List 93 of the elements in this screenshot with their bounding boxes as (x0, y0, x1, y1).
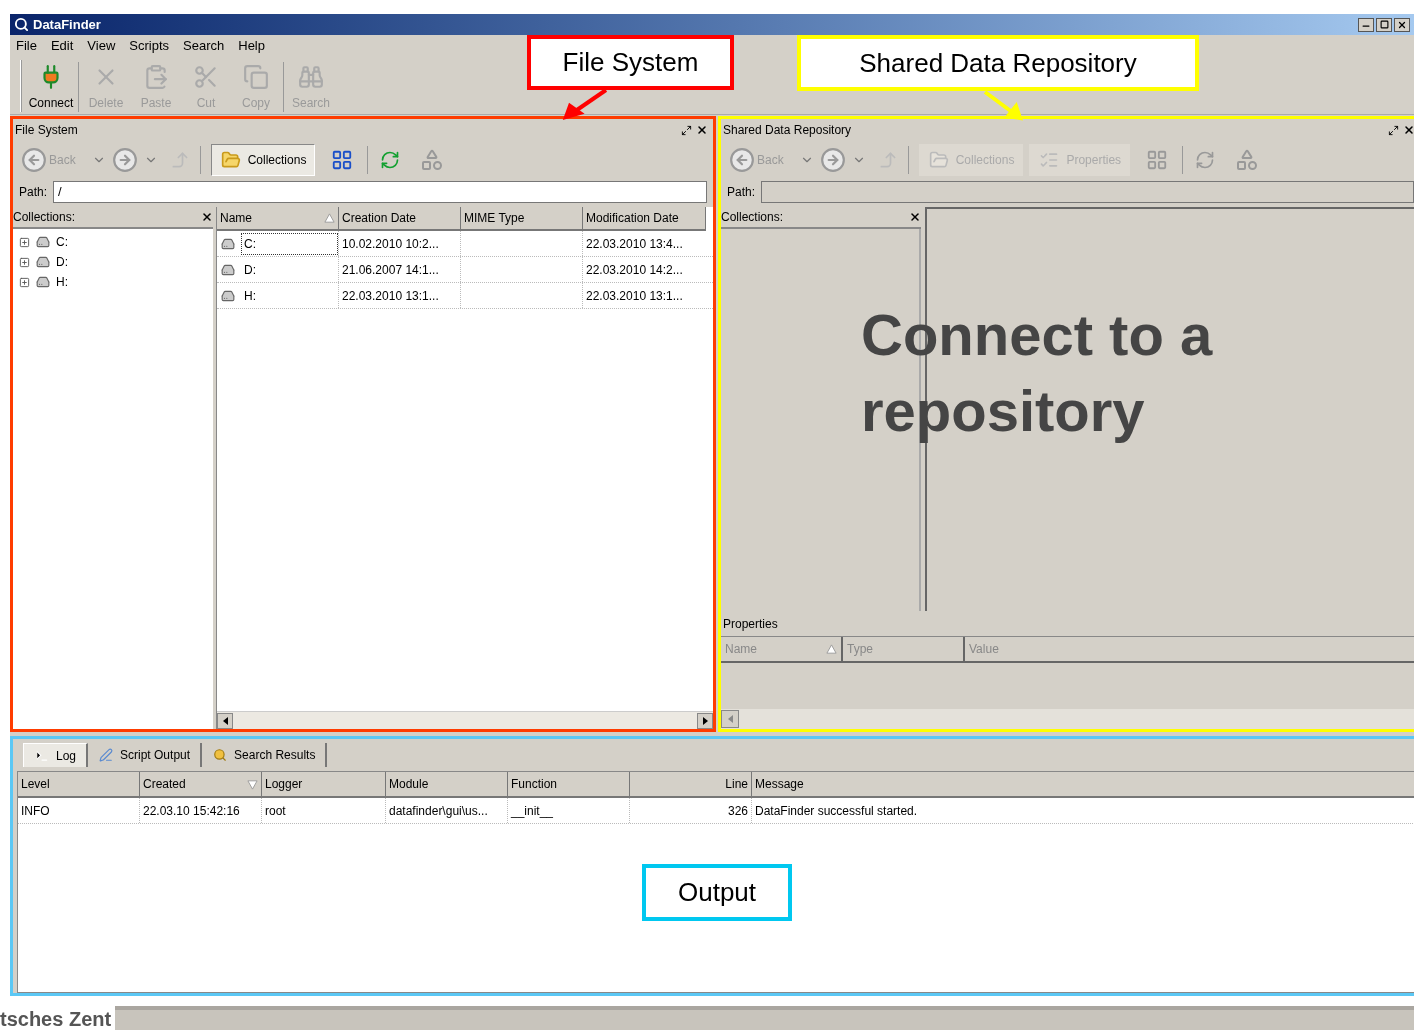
annotation-label: File System (527, 35, 734, 90)
table-cell: 10.02.2010 10:2... (339, 231, 461, 256)
table-row[interactable]: C: 10.02.2010 10:2... 22.03.2010 13:4... (217, 231, 713, 257)
column-header[interactable]: Line (630, 772, 752, 798)
window-title: DataFinder (33, 15, 101, 34)
menu-item[interactable]: Help (238, 36, 265, 56)
sort-arrow-icon (826, 643, 837, 655)
column-header[interactable]: Name (217, 207, 339, 231)
path-field[interactable] (761, 181, 1414, 203)
scissors-icon (193, 64, 219, 90)
column-header[interactable]: Creation Date (339, 207, 461, 231)
folder-icon (927, 150, 950, 170)
terminal-icon (34, 748, 50, 763)
path-label: Path: (19, 184, 48, 201)
close-icon (1397, 19, 1407, 30)
table-row[interactable]: H: 22.03.2010 13:1... 22.03.2010 13:1... (217, 283, 713, 309)
expand-icon[interactable] (19, 256, 30, 268)
table-cell: datafinder\gui\us... (386, 798, 508, 823)
clipboard-icon (143, 64, 169, 90)
table-cell: root (262, 798, 386, 823)
pointer-arrow (562, 88, 608, 120)
table-cell: 22.03.10 15:42:16 (140, 798, 262, 823)
table-cell: 21.06.2007 14:1... (339, 257, 461, 282)
panel-title: File System (15, 122, 78, 139)
drive-icon (34, 275, 52, 289)
drive-icon (219, 236, 237, 251)
annotation-label: Shared Data Repository (797, 35, 1199, 91)
search-icon (212, 748, 229, 762)
column-header[interactable]: MIME Type (461, 207, 583, 231)
collections-title: Collections: (721, 209, 784, 226)
tree-item[interactable]: D: (19, 253, 213, 271)
annotation-label: Output (642, 864, 792, 921)
table-row[interactable]: D: 21.06.2007 14:1... 22.03.2010 14:2... (217, 257, 713, 283)
sort-arrow-icon (247, 778, 258, 790)
magnifier-icon (14, 17, 29, 32)
shapes-icon[interactable] (1235, 148, 1260, 172)
panel-title: Shared Data Repository (723, 122, 852, 139)
column-header[interactable]: Message (752, 772, 1414, 798)
slide-footer-text: tsches Zent (0, 1008, 113, 1030)
table-cell-text: D: (243, 261, 257, 279)
column-header[interactable]: Created (140, 772, 262, 798)
shapes-icon[interactable] (420, 148, 445, 172)
copy-icon (243, 64, 269, 90)
expand-icon[interactable] (19, 276, 30, 288)
binoculars-icon (298, 64, 324, 90)
menu-item[interactable]: Edit (50, 36, 74, 56)
table-cell-text: 22.03.2010 13:1... (585, 287, 684, 305)
collections-title: Collections: (13, 209, 76, 226)
tree-item[interactable]: H: (19, 273, 213, 291)
path-label: Path: (727, 184, 756, 201)
table-cell: DataFinder successful started. (752, 798, 1414, 823)
output-tab[interactable]: Log (23, 743, 89, 767)
minimize-button[interactable] (1358, 17, 1374, 32)
table-cell: 326 (630, 798, 752, 823)
tree-item[interactable]: C: (19, 233, 213, 251)
table-cell-text: 22.03.2010 13:4... (585, 235, 684, 253)
menu-item[interactable]: View (87, 36, 116, 56)
column-header[interactable]: Level (18, 772, 140, 798)
close-icon[interactable] (1403, 124, 1414, 136)
sort-arrow-icon (324, 212, 335, 224)
menu-item[interactable]: Search (183, 36, 225, 56)
table-cell-text: H: (243, 287, 257, 305)
column-header[interactable]: Modification Date (583, 207, 706, 231)
drive-icon (34, 255, 52, 269)
table-cell-text: 22.03.2010 14:2... (585, 261, 684, 279)
horizontal-scrollbar[interactable] (217, 711, 713, 729)
table-cell: C: (241, 232, 338, 255)
horizontal-scrollbar[interactable] (721, 709, 1414, 729)
restore-button[interactable] (1376, 17, 1392, 32)
column-header[interactable]: Logger (262, 772, 386, 798)
refresh-icon[interactable] (1195, 150, 1216, 170)
refresh-icon[interactable] (380, 150, 401, 170)
drive-icon (34, 235, 52, 249)
close-button[interactable] (1394, 17, 1410, 32)
table-cell: INFO (18, 798, 140, 823)
toolbar-button[interactable]: Connect (26, 60, 76, 112)
menu-item[interactable]: Scripts (129, 36, 170, 56)
expand-icon[interactable] (19, 236, 30, 248)
drive-icon (219, 262, 237, 277)
pen-icon (98, 748, 115, 762)
table-cell: 22.03.2010 13:1... (339, 283, 461, 308)
column-header[interactable]: Module (386, 772, 508, 798)
view-toggle[interactable]: Collections (210, 144, 316, 176)
menu-item[interactable]: File (16, 36, 37, 56)
column-header[interactable]: Function (508, 772, 630, 798)
close-icon[interactable] (696, 124, 708, 136)
drive-icon (219, 288, 237, 303)
close-icon[interactable] (201, 211, 213, 223)
path-field[interactable]: / (53, 181, 707, 203)
close-icon[interactable] (909, 211, 921, 223)
table-cell: __init__ (508, 798, 630, 823)
folder-icon (219, 150, 242, 170)
panel-title: Properties (723, 615, 778, 633)
